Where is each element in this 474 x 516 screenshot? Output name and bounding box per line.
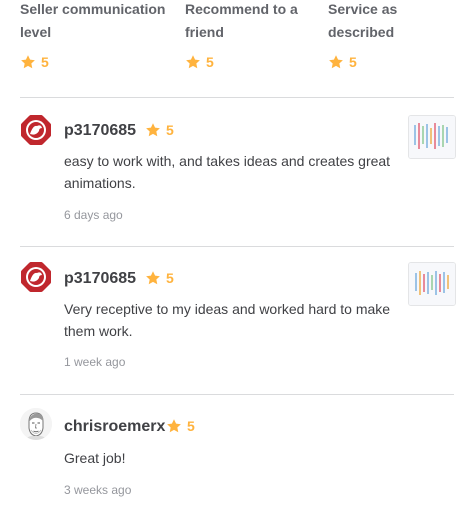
reviewer-username[interactable]: chrisroemerx xyxy=(64,418,165,436)
review-item: p3170685 5 easy to work with, and takes … xyxy=(0,98,474,246)
rating-number: 5 xyxy=(349,54,357,70)
review-rating: 5 xyxy=(166,418,195,434)
image-thumbnail-icon xyxy=(409,263,455,305)
review-item: chrisroemerx 5 Great job! 3 weeks ago xyxy=(0,395,474,516)
delivery-thumbnail[interactable] xyxy=(408,115,456,159)
review-rating: 5 xyxy=(145,270,174,286)
star-icon xyxy=(185,54,201,70)
delivery-thumbnail[interactable] xyxy=(408,262,456,306)
rating-value: 5 xyxy=(185,54,298,70)
image-thumbnail-icon xyxy=(409,116,455,158)
rating-value: 5 xyxy=(328,54,397,70)
avatar[interactable] xyxy=(20,408,52,440)
rating-breakdown: Seller communication level 5 Recommend t… xyxy=(0,0,474,98)
rating-service-as-described: Service as described 5 xyxy=(328,0,397,70)
rating-seller-communication: Seller communication level 5 xyxy=(20,0,165,70)
logo-avatar-icon xyxy=(21,262,51,292)
rating-label: Seller communication level xyxy=(20,1,166,40)
review-time: 1 week ago xyxy=(64,355,126,369)
star-icon xyxy=(145,270,161,286)
rating-number: 5 xyxy=(166,270,174,286)
avatar[interactable] xyxy=(20,114,52,146)
reviewer-username[interactable]: p3170685 xyxy=(64,122,136,140)
rating-value: 5 xyxy=(20,54,165,70)
rating-number: 5 xyxy=(206,54,214,70)
star-icon xyxy=(20,54,36,70)
rating-label: Service as described xyxy=(328,1,398,40)
review-comment: Great job! xyxy=(64,450,126,466)
review-time: 3 weeks ago xyxy=(64,483,132,497)
reviewer-username[interactable]: p3170685 xyxy=(64,270,136,288)
review-comment: easy to work with, and takes ideas and c… xyxy=(64,153,391,191)
rating-number: 5 xyxy=(166,122,174,138)
logo-avatar-icon xyxy=(21,115,51,145)
star-icon xyxy=(145,122,161,138)
rating-label: Recommend to a friend xyxy=(185,1,298,40)
avatar[interactable] xyxy=(20,261,52,293)
review-comment: Very receptive to my ideas and worked ha… xyxy=(64,301,391,339)
star-icon xyxy=(166,418,182,434)
review-rating: 5 xyxy=(145,122,174,138)
rating-number: 5 xyxy=(187,418,195,434)
review-item: p3170685 5 Very receptive to my ideas an… xyxy=(0,247,474,394)
rating-recommend: Recommend to a friend 5 xyxy=(185,0,298,70)
review-time: 6 days ago xyxy=(64,208,123,222)
rating-number: 5 xyxy=(41,54,49,70)
star-icon xyxy=(328,54,344,70)
sketch-face-avatar-icon xyxy=(20,408,52,440)
